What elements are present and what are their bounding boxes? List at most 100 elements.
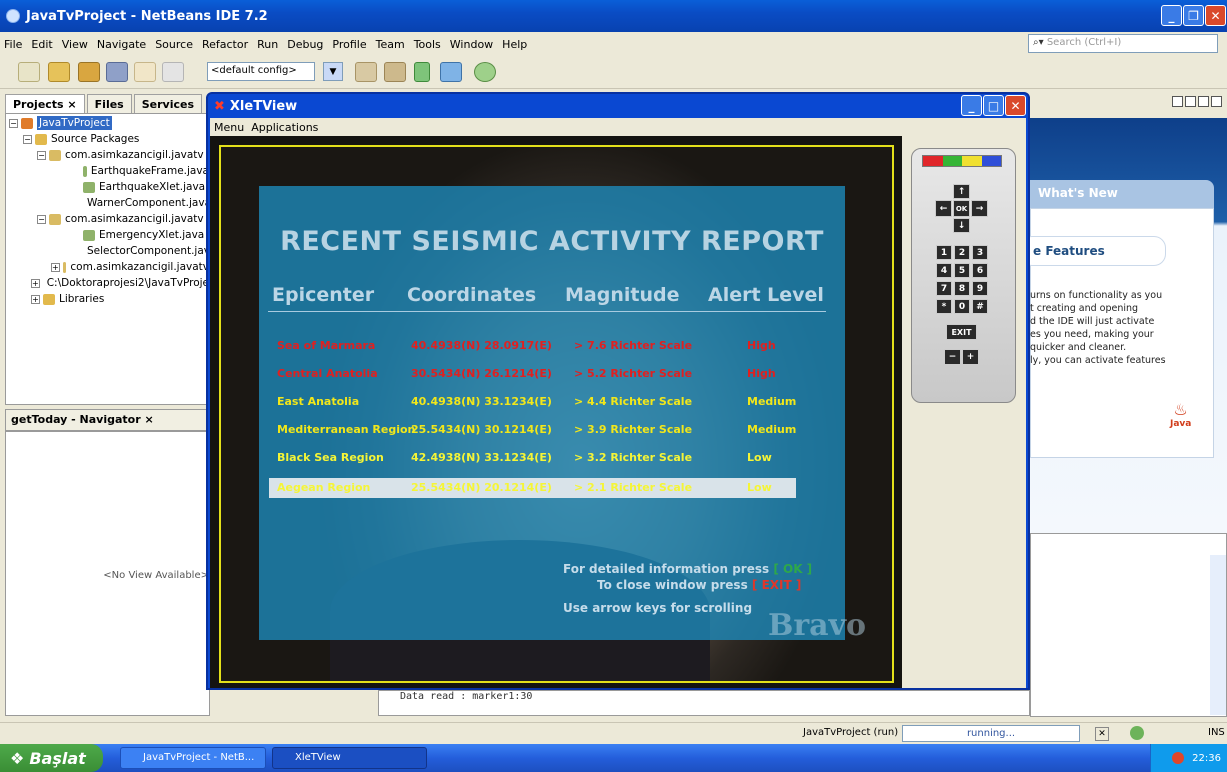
table-row-selected[interactable]: Aegean Region 25.5434(N) 20.1214(E) > 2.1 … — [269, 478, 796, 498]
green-key[interactable] — [942, 156, 962, 166]
tray-icon[interactable] — [1172, 752, 1185, 764]
progress-bar[interactable]: running... — [902, 725, 1080, 742]
tree-node[interactable]: EarthquakeXlet.java — [83, 180, 209, 194]
digit-key[interactable]: 4 — [936, 263, 952, 278]
digit-key[interactable]: 5 — [954, 263, 970, 278]
digit-key[interactable]: 1 — [936, 245, 952, 260]
minus-key[interactable]: − — [944, 349, 961, 365]
menu-file[interactable]: File — [4, 38, 22, 51]
xlet-menu-menu[interactable]: Menu — [214, 121, 244, 134]
digit-key[interactable]: 9 — [972, 281, 988, 296]
tree-node[interactable]: EarthquakeFrame.java — [83, 164, 209, 178]
blue-key[interactable] — [981, 156, 1001, 166]
arrow-right-key[interactable]: → — [971, 200, 988, 217]
open-project-icon[interactable] — [78, 62, 100, 82]
yellow-key[interactable] — [962, 156, 982, 166]
tab-projects[interactable]: Projects × — [5, 94, 85, 113]
digit-key[interactable]: 3 — [972, 245, 988, 260]
cancel-task-icon[interactable]: ✕ — [1095, 727, 1109, 741]
arrow-down-key[interactable]: ↓ — [953, 218, 970, 233]
ok-key[interactable]: OK — [953, 200, 970, 217]
menu-tools[interactable]: Tools — [414, 38, 441, 51]
table-row[interactable]: East Anatolia 40.4938(N) 33.1234(E) > 4.4 … — [269, 392, 796, 412]
xlet-menu-applications[interactable]: Applications — [251, 121, 318, 134]
xlet-maximize-button[interactable]: □ — [983, 95, 1004, 116]
table-row[interactable]: Central Anatolia 30.5434(N) 26.1214(E) > 5… — [269, 364, 796, 384]
menu-refactor[interactable]: Refactor — [202, 38, 248, 51]
restore-button[interactable]: ❐ — [1183, 5, 1204, 26]
tree-node[interactable]: − JavaTvProject — [9, 116, 112, 130]
menu-source[interactable]: Source — [155, 38, 193, 51]
exit-key[interactable]: EXIT — [946, 324, 977, 340]
arrow-up-key[interactable]: ↑ — [953, 184, 970, 199]
tree-node[interactable]: + Libraries — [31, 292, 104, 306]
red-key[interactable] — [923, 156, 943, 166]
minimize-button[interactable]: _ — [1161, 5, 1182, 26]
tab-services[interactable]: Services — [133, 94, 203, 113]
menu-profile[interactable]: Profile — [332, 38, 366, 51]
taskbar-item-xletview[interactable]: XleTView — [272, 747, 427, 769]
digit-key[interactable]: 8 — [954, 281, 970, 296]
save-all-icon[interactable] — [106, 62, 128, 82]
maximize-icon[interactable] — [1211, 96, 1222, 107]
tree-node[interactable]: − Source Packages — [23, 132, 139, 146]
menu-debug[interactable]: Debug — [287, 38, 323, 51]
menu-window[interactable]: Window — [450, 38, 493, 51]
tree-node[interactable]: + C:\Doktoraprojesi2\JavaTvProject — [31, 276, 209, 290]
undo-icon[interactable] — [134, 62, 156, 82]
header-magnitude: Magnitude — [565, 284, 680, 306]
clean-icon[interactable] — [355, 62, 377, 82]
config-select[interactable]: <default config> — [207, 62, 315, 81]
tree-node[interactable]: + com.asimkazancigil.javatv — [51, 260, 209, 274]
menu-help[interactable]: Help — [502, 38, 527, 51]
new-file-icon[interactable] — [18, 62, 40, 82]
menu-edit[interactable]: Edit — [31, 38, 52, 51]
xlet-close-button[interactable]: ✕ — [1005, 95, 1026, 116]
digit-key[interactable]: 6 — [972, 263, 988, 278]
navigator-tab[interactable]: getToday - Navigator × — [5, 409, 210, 431]
run-icon[interactable] — [414, 62, 430, 82]
tree-node[interactable]: SelectorComponent.java — [83, 244, 209, 258]
notification-icon[interactable] — [1130, 726, 1144, 740]
debug-icon[interactable] — [440, 62, 462, 82]
scroll-right-icon[interactable] — [1185, 96, 1196, 107]
taskbar-item-netbeans[interactable]: JavaTvProject - NetB... — [120, 747, 266, 769]
menu-run[interactable]: Run — [257, 38, 278, 51]
digit-key[interactable]: 0 — [954, 299, 970, 314]
start-button[interactable]: ❖ Başlat — [0, 744, 103, 772]
chevron-down-icon[interactable]: ▼ — [323, 62, 343, 81]
build-icon[interactable] — [384, 62, 406, 82]
table-row[interactable]: Black Sea Region 42.4938(N) 33.1234(E) > 3… — [269, 448, 796, 468]
close-button[interactable]: ✕ — [1205, 5, 1226, 26]
channel-watermark: Bravo — [768, 608, 867, 643]
report-title: RECENT SEISMIC ACTIVITY REPORT — [280, 226, 824, 257]
xlet-minimize-button[interactable]: _ — [961, 95, 982, 116]
output-scrollbar[interactable] — [1210, 555, 1226, 715]
tree-node[interactable]: EmergencyXlet.java — [83, 228, 209, 242]
digit-key[interactable]: 7 — [936, 281, 952, 296]
new-project-icon[interactable] — [48, 62, 70, 82]
menu-navigate[interactable]: Navigate — [97, 38, 146, 51]
table-row[interactable]: Mediterranean Region 25.5434(N) 30.1214(E… — [269, 420, 796, 440]
plus-key[interactable]: + — [962, 349, 979, 365]
footer-close: To close window press [ EXIT ] — [597, 578, 802, 592]
table-row[interactable]: Sea of Marmara 40.4938(N) 28.0917(E) > 7.6… — [269, 336, 796, 356]
menu-team[interactable]: Team — [376, 38, 405, 51]
tree-node[interactable]: WarnerComponent.java — [83, 196, 209, 210]
hash-key[interactable]: # — [972, 299, 988, 314]
redo-icon[interactable] — [162, 62, 184, 82]
ide-title-bar: JavaTvProject - NetBeans IDE 7.2 — [0, 0, 1227, 32]
scroll-left-icon[interactable] — [1172, 96, 1183, 107]
star-key[interactable]: * — [936, 299, 952, 314]
digit-key[interactable]: 2 — [954, 245, 970, 260]
whats-new-header[interactable]: What's New — [1030, 180, 1214, 208]
header-epicenter: Epicenter — [272, 284, 375, 306]
search-input[interactable]: ⌕▾ Search (Ctrl+I) — [1028, 34, 1218, 53]
profile-icon[interactable] — [474, 62, 496, 82]
tree-node[interactable]: − com.asimkazancigil.javatv — [37, 212, 209, 226]
tab-list-icon[interactable] — [1198, 96, 1209, 107]
tab-files[interactable]: Files — [86, 94, 132, 113]
arrow-left-key[interactable]: ← — [935, 200, 952, 217]
menu-view[interactable]: View — [62, 38, 88, 51]
tree-node[interactable]: − com.asimkazancigil.javatv — [37, 148, 209, 162]
